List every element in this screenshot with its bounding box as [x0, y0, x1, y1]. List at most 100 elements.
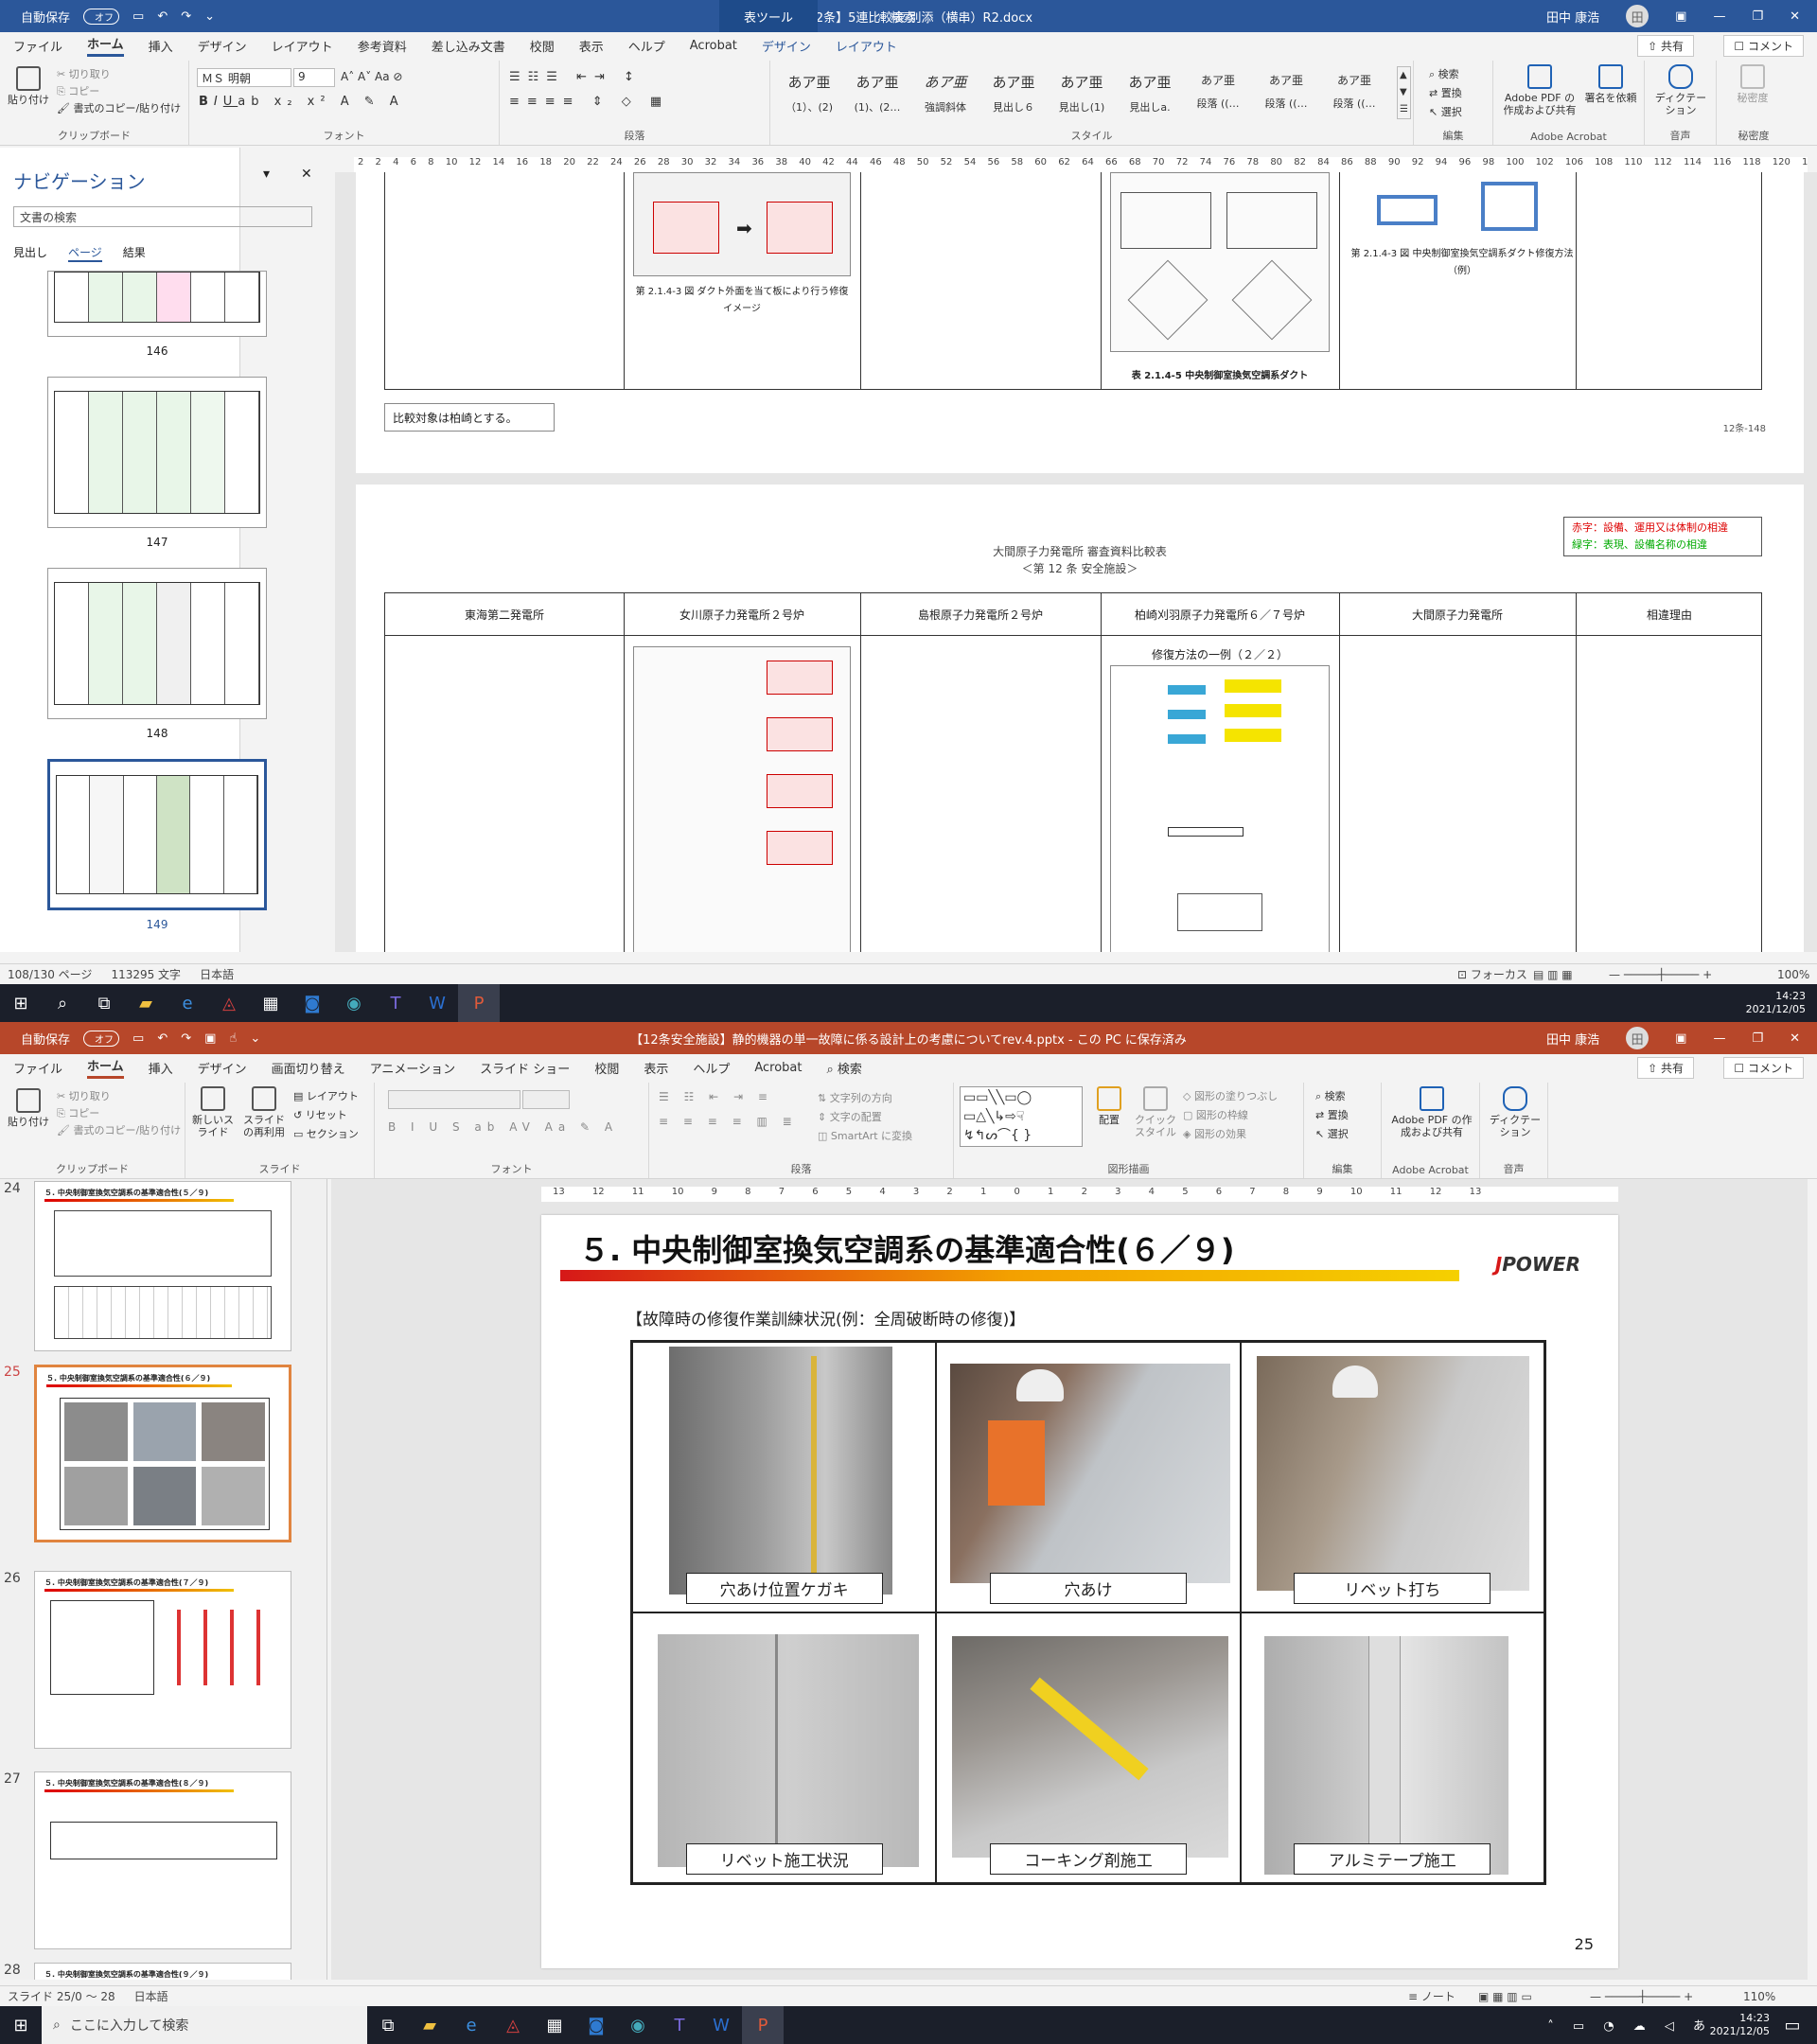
edge-icon[interactable]: e: [167, 984, 208, 1022]
style-item[interactable]: あア亜 見出し６: [980, 66, 1047, 123]
tab-mailings[interactable]: 差し込み文書: [432, 37, 505, 55]
customize-icon[interactable]: ⌄: [204, 9, 215, 24]
share-button[interactable]: ⇧ 共有: [1637, 1057, 1694, 1079]
task-view-icon[interactable]: ⧉: [367, 2006, 409, 2044]
zoom-level[interactable]: 110%: [1743, 1990, 1775, 2003]
align-icons[interactable]: ≡≡≡≡ ⇕ ◇ ▦: [509, 95, 669, 109]
comment-button[interactable]: ☐ コメント: [1723, 35, 1804, 57]
language[interactable]: 日本語: [200, 966, 234, 982]
title-search[interactable]: ⌕ 検索: [878, 8, 915, 26]
tab-home[interactable]: ホーム: [87, 34, 124, 57]
align-icons[interactable]: ≡ ≡ ≡ ≡ ▥ ≣: [659, 1115, 798, 1128]
font-name-select[interactable]: ＭＳ 明朝: [197, 68, 291, 87]
tab-help[interactable]: ヘルプ: [628, 37, 665, 55]
tab-design[interactable]: デザイン: [198, 1059, 247, 1077]
close-icon[interactable]: ✕: [1790, 9, 1800, 24]
page-thumbnail-selected[interactable]: [47, 759, 267, 910]
clock[interactable]: 14:23 2021/12/05: [1746, 990, 1806, 1016]
calculator-icon[interactable]: ▦: [534, 2006, 575, 2044]
tab-help[interactable]: ヘルプ: [693, 1059, 730, 1077]
tab-review[interactable]: 校閲: [594, 1059, 619, 1077]
tab-references[interactable]: 参考資料: [358, 37, 407, 55]
chrome-icon[interactable]: ◉: [617, 2006, 659, 2044]
slide-title[interactable]: ５. 中央制御室換気空調系の基準適合性(６／９): [579, 1226, 1235, 1270]
tab-design[interactable]: デザイン: [198, 37, 247, 55]
tab-review[interactable]: 校閲: [530, 37, 555, 55]
list-icons[interactable]: ☰☷☰ ⇤⇥ ↕: [509, 70, 642, 84]
acrobat-icon[interactable]: ◬: [208, 984, 250, 1022]
restore-icon[interactable]: ❐: [1752, 1031, 1763, 1046]
close-icon[interactable]: ✕: [1790, 1031, 1800, 1046]
word-icon[interactable]: W: [700, 2006, 742, 2044]
paste-button[interactable]: 貼り付け: [8, 66, 49, 106]
text-direction-button[interactable]: ⇅ 文字列の方向: [818, 1090, 892, 1105]
present-icon[interactable]: ▣: [204, 1031, 216, 1046]
tab-view[interactable]: 表示: [644, 1059, 668, 1077]
slide-canvas[interactable]: ５. 中央制御室換気空調系の基準適合性(６／９) JPOWER 【故障時の修復作…: [541, 1215, 1618, 1968]
slide-thumbnail[interactable]: ５. 中央制御室換気空調系の基準適合性(９／９): [34, 1963, 291, 1980]
slide-counter[interactable]: スライド 25/0 ～ 28: [8, 1988, 115, 2004]
shape-outline-button[interactable]: ▢ 図形の枠線: [1183, 1107, 1248, 1122]
tab-layout[interactable]: レイアウト: [272, 37, 333, 55]
style-item[interactable]: あア亜 (1)、(2…: [844, 66, 910, 123]
page-count[interactable]: 108/130 ページ: [8, 966, 92, 982]
slide-thumbnail-selected[interactable]: ５. 中央制御室換気空調系の基準適合性(６／９): [34, 1365, 291, 1542]
acrobat-icon[interactable]: ◬: [492, 2006, 534, 2044]
autosave-toggle[interactable]: オフ: [83, 1030, 120, 1047]
request-sign-button[interactable]: 署名を依頼: [1584, 64, 1637, 104]
font-grow-icon[interactable]: A˄ A˅ Aa ⊘: [341, 70, 402, 83]
styles-scroll-icon[interactable]: ▲ ▼ ☰: [1397, 66, 1411, 119]
photo-table[interactable]: 穴あけ位置ケガキ 穴あけ リベット打ち リベット施工状況 コーキング剤施工 アル…: [630, 1340, 1546, 1885]
style-item[interactable]: あア亜 見出しa.: [1117, 66, 1183, 123]
tab-file[interactable]: ファイル: [13, 37, 62, 55]
tab-file[interactable]: ファイル: [13, 1059, 62, 1077]
minimize-icon[interactable]: —: [1713, 1031, 1725, 1046]
tell-me-search[interactable]: ⌕ 検索: [827, 1059, 862, 1077]
copy-button[interactable]: ⎘ コピー: [57, 83, 99, 98]
section-button[interactable]: ▭ セクション: [293, 1126, 359, 1141]
style-item[interactable]: あア亜 段落 ((…: [1185, 66, 1251, 123]
quick-style-button[interactable]: クイックスタイル: [1134, 1086, 1177, 1138]
customize-icon[interactable]: ⌄: [250, 1031, 260, 1046]
nav-options-icon[interactable]: ▾: [263, 167, 270, 182]
find-button[interactable]: ⌕ 検索: [1429, 66, 1459, 81]
comment-button[interactable]: ☐ コメント: [1723, 1057, 1804, 1079]
slide-thumbnail[interactable]: ５. 中央制御室換気空調系の基準適合性(７／９): [34, 1571, 291, 1749]
minimize-icon[interactable]: —: [1713, 9, 1725, 24]
powerpoint-icon[interactable]: P: [458, 984, 500, 1022]
format-painter-button[interactable]: 🖌 書式のコピー/貼り付け: [57, 100, 181, 115]
style-item[interactable]: あア亜 （1）、(2): [776, 66, 842, 123]
tab-table-layout[interactable]: レイアウト: [836, 37, 897, 55]
list-icons[interactable]: ☰ ☷ ⇤ ⇥ ≡: [659, 1090, 773, 1103]
powerpoint-icon[interactable]: P: [742, 2006, 784, 2044]
word-count[interactable]: 113295 文字: [111, 966, 181, 982]
chrome-icon[interactable]: ◉: [333, 984, 375, 1022]
nav-tab-results[interactable]: 結果: [123, 244, 146, 262]
font-size-select[interactable]: [522, 1090, 570, 1109]
tab-slideshow[interactable]: スライド ショー: [480, 1059, 570, 1077]
zoom-slider[interactable]: — ─────┼───── +: [1590, 1990, 1693, 2003]
font-format-icons[interactable]: B I U S ab AV Aa ✎ A: [388, 1120, 618, 1134]
text-align-button[interactable]: ⇕ 文字の配置: [818, 1109, 882, 1124]
arrange-button[interactable]: 配置: [1090, 1086, 1128, 1126]
undo-icon[interactable]: ↶: [157, 9, 168, 24]
calculator-icon[interactable]: ▦: [250, 984, 291, 1022]
nav-tab-headings[interactable]: 見出し: [13, 244, 47, 262]
shape-fill-button[interactable]: ◇ 図形の塗りつぶし: [1183, 1088, 1278, 1103]
format-painter-button[interactable]: 🖌 書式のコピー/貼り付け: [57, 1122, 181, 1137]
system-tray-icons[interactable]: ˄ ▭ ◔ ☁ ◁ あ: [1547, 2016, 1713, 2034]
find-button[interactable]: ⌕ 検索: [1315, 1088, 1346, 1103]
file-explorer-icon[interactable]: ▰: [409, 2006, 450, 2044]
create-pdf-button[interactable]: Adobe PDF の作成および共有: [1501, 64, 1579, 116]
font-name-select[interactable]: [388, 1090, 520, 1109]
smartart-button[interactable]: ◫ SmartArt に変換: [818, 1128, 912, 1143]
dictation-button[interactable]: ディクテーション: [1650, 64, 1711, 116]
redo-icon[interactable]: ↷: [181, 1031, 191, 1046]
view-buttons[interactable]: ▣ ▦ ▥ ▭: [1478, 1990, 1532, 2003]
ribbon-display-icon[interactable]: ▣: [1675, 9, 1686, 24]
notes-button[interactable]: ≡ ノート: [1408, 1988, 1455, 2004]
focus-button[interactable]: ⊡ フォーカス: [1457, 966, 1527, 982]
restore-icon[interactable]: ❐: [1752, 9, 1763, 24]
font-format-icons[interactable]: BIUab x₂ x² A ✎ A: [199, 95, 404, 109]
select-button[interactable]: ↖ 選択: [1429, 104, 1462, 119]
